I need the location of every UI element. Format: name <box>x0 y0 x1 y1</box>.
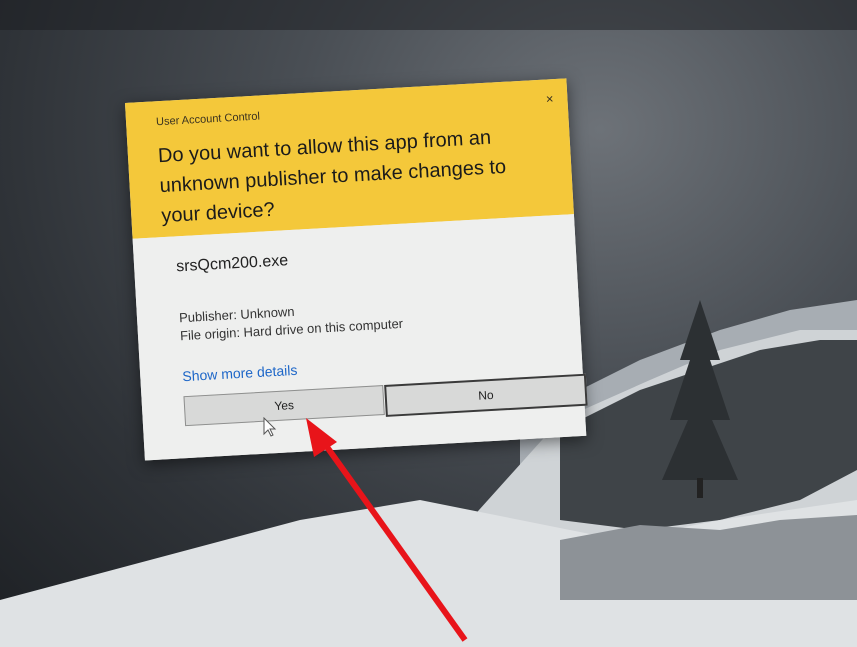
mouse-cursor-icon <box>263 417 277 437</box>
uac-body: srsQcm200.exe Publisher: Unknown File or… <box>132 214 588 461</box>
yes-button[interactable]: Yes <box>183 385 385 427</box>
program-name: srsQcm200.exe <box>175 252 289 276</box>
close-icon[interactable]: × <box>545 91 553 106</box>
uac-header: User Account Control × Do you want to al… <box>125 78 574 239</box>
dialog-caption: User Account Control <box>155 110 261 129</box>
uac-question: Do you want to allow this app from an un… <box>157 126 507 228</box>
uac-dialog: User Account Control × Do you want to al… <box>125 78 588 461</box>
show-more-details-link[interactable]: Show more details <box>182 362 298 384</box>
no-button[interactable]: No <box>384 373 588 417</box>
